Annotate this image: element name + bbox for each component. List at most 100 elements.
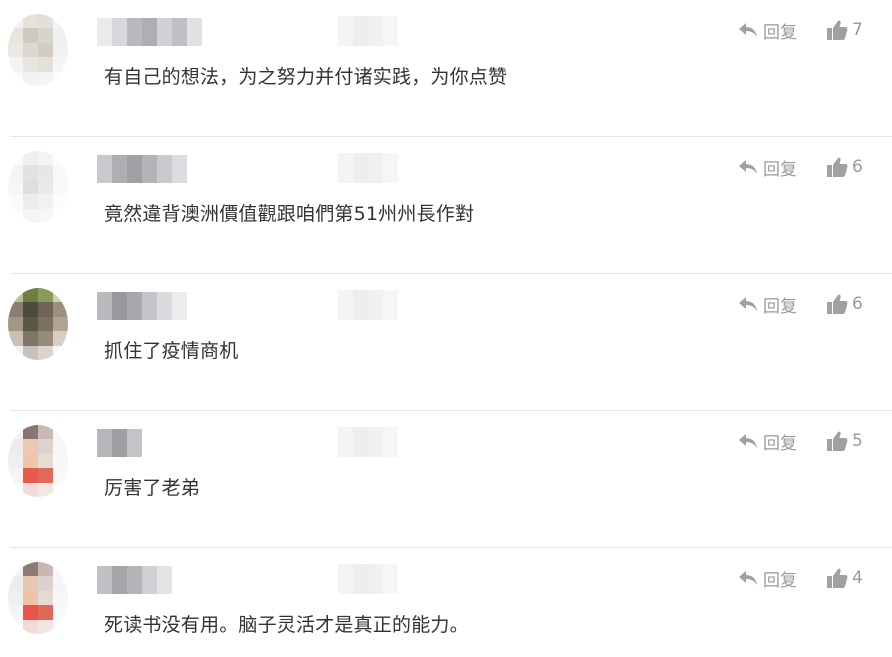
avatar-pixel [23, 194, 38, 209]
avatar[interactable] [8, 288, 68, 360]
avatar-pixel [8, 14, 23, 29]
timestamp-pixel [353, 564, 368, 594]
reply-icon [739, 23, 757, 37]
avatar-pixel [8, 425, 23, 440]
timestamp-pixel [368, 16, 383, 46]
avatar-pixel [38, 331, 53, 346]
thumbs-up-icon [827, 431, 848, 451]
timestamp-pixel [338, 153, 353, 183]
avatar-pixel [38, 57, 53, 72]
like-button[interactable]: 6 [826, 155, 863, 179]
username[interactable] [97, 292, 187, 320]
timestamp-pixel [338, 427, 353, 457]
username-pixel [112, 155, 127, 183]
avatar-pixel [8, 42, 23, 58]
avatar-pixel [23, 165, 38, 180]
avatar-pixel [53, 331, 68, 346]
avatar-pixel [38, 194, 53, 209]
username-pixel [142, 292, 157, 320]
username-pixel [97, 18, 112, 46]
comment-text: 厉害了老弟 [104, 477, 201, 499]
like-button[interactable]: 4 [826, 566, 863, 590]
avatar-pixel [8, 316, 23, 332]
thumbs-up-icon [827, 568, 848, 588]
username-pixel [127, 566, 142, 594]
avatar-pixel [23, 288, 38, 303]
avatar-pixel [38, 28, 53, 43]
avatar-pixel [8, 345, 23, 360]
reply-label: 回复 [763, 296, 797, 317]
reply-icon [739, 160, 757, 174]
avatar-pixel [38, 605, 53, 620]
avatar-pixel [38, 468, 53, 483]
reply-button[interactable]: 回复 [737, 18, 797, 43]
avatar-pixel [8, 302, 23, 317]
avatar-pixel [53, 179, 68, 195]
username-pixel [97, 429, 112, 457]
avatar-pixel [23, 562, 38, 577]
avatar-pixel [23, 425, 38, 440]
avatar[interactable] [8, 562, 68, 634]
like-button[interactable]: 5 [826, 429, 863, 453]
thumbs-up-icon [827, 20, 848, 40]
avatar-pixel [8, 482, 23, 497]
timestamp-pixel [383, 564, 398, 594]
avatar-pixel [53, 439, 68, 454]
avatar[interactable] [8, 151, 68, 223]
avatar-pixel [38, 288, 53, 303]
like-count: 7 [852, 20, 863, 40]
username-pixel [172, 292, 187, 320]
reply-button[interactable]: 回复 [737, 429, 797, 454]
comment-text: 有自己的想法，为之努力并付诸实践，为你点赞 [104, 66, 508, 88]
username-pixel [172, 155, 187, 183]
avatar-pixel [23, 331, 38, 346]
username[interactable] [97, 18, 202, 46]
timestamp-pixel [353, 290, 368, 320]
comment-text: 竟然違背澳洲價值觀跟咱們第51州州長作對 [104, 203, 475, 225]
username-pixel [127, 292, 142, 320]
like-button[interactable]: 6 [826, 292, 863, 316]
username-pixel [157, 18, 172, 46]
username-pixel [97, 155, 112, 183]
comment-item: 回复 4 死读书没有用。脑子灵活才是真正的能力。 [0, 548, 892, 657]
timestamp-pixel [338, 564, 353, 594]
username-pixel [157, 292, 172, 320]
avatar-pixel [23, 468, 38, 483]
thumbs-up-icon [827, 294, 848, 314]
avatar-pixel [23, 619, 38, 634]
reply-label: 回复 [763, 570, 797, 591]
avatar-pixel [53, 194, 68, 209]
avatar-pixel [23, 14, 38, 29]
avatar-pixel [53, 453, 68, 469]
timestamp [338, 16, 398, 46]
like-button[interactable]: 7 [826, 18, 863, 42]
avatar-pixel [23, 345, 38, 360]
reply-label: 回复 [763, 159, 797, 180]
reply-icon [739, 434, 757, 448]
reply-button[interactable]: 回复 [737, 292, 797, 317]
timestamp-pixel [368, 427, 383, 457]
username-pixel [142, 155, 157, 183]
avatar[interactable] [8, 14, 68, 86]
avatar-pixel [38, 439, 53, 454]
avatar-pixel [8, 605, 23, 620]
avatar-pixel [53, 345, 68, 360]
avatar-pixel [8, 57, 23, 72]
avatar-pixel [8, 208, 23, 223]
avatar-pixel [23, 208, 38, 223]
avatar-pixel [53, 590, 68, 606]
timestamp-pixel [368, 564, 383, 594]
timestamp [338, 290, 398, 320]
reply-button[interactable]: 回复 [737, 566, 797, 591]
avatar-pixel [8, 331, 23, 346]
avatar-pixel [8, 71, 23, 86]
avatar[interactable] [8, 425, 68, 497]
username-pixel [112, 292, 127, 320]
username[interactable] [97, 429, 142, 457]
username[interactable] [97, 566, 172, 594]
reply-button[interactable]: 回复 [737, 155, 797, 180]
avatar-pixel [38, 345, 53, 360]
reply-label: 回复 [763, 433, 797, 454]
avatar-pixel [53, 576, 68, 591]
username[interactable] [97, 155, 187, 183]
